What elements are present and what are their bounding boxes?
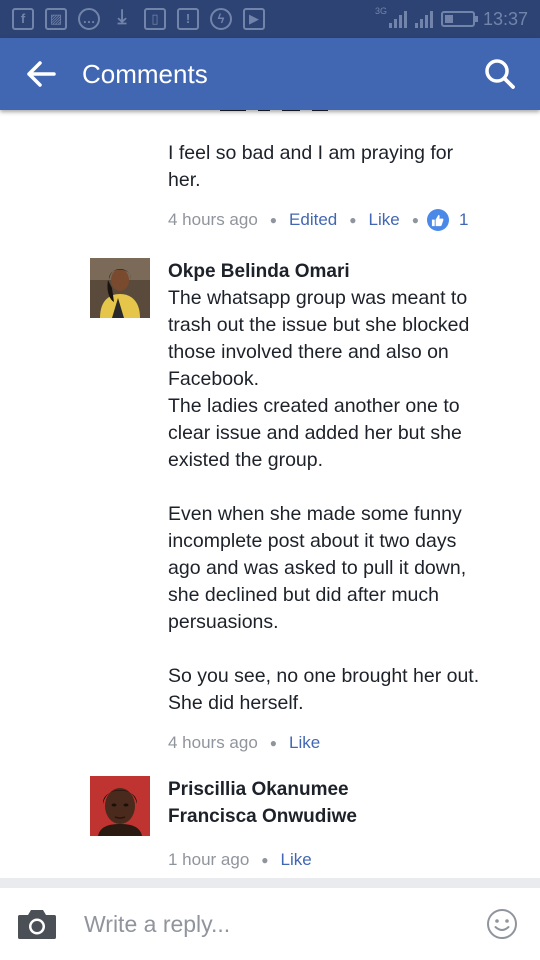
like-button[interactable]: Like <box>289 731 320 755</box>
back-button[interactable] <box>12 38 70 110</box>
separator-dot: ● <box>269 736 278 750</box>
video-icon: ▶ <box>243 8 265 30</box>
separator-dot: ● <box>261 853 269 867</box>
battery-icon <box>440 11 478 27</box>
profile-photo <box>90 258 150 318</box>
comment-author[interactable]: Priscillia Okanumee Francisca Onwudiwe <box>168 776 508 830</box>
like-count[interactable]: 1 <box>459 208 468 232</box>
signal-icon <box>388 10 407 28</box>
reply-input[interactable] <box>84 899 472 949</box>
status-bar: f ▨ … ⤓ ▯ ! ϟ ▶ 3G 13:37 <box>0 0 540 38</box>
clock: 13:37 <box>482 8 528 29</box>
comments-list[interactable]: I feel so bad and I am praying for her. … <box>0 110 540 878</box>
thumbs-up-icon <box>432 214 444 226</box>
comment-author[interactable]: Okpe Belinda Omari <box>168 258 508 285</box>
comment-body: Priscillia Okanumee Francisca Onwudiwe 1… <box>168 776 508 872</box>
like-button[interactable]: Like <box>281 848 312 872</box>
messenger-icon: ϟ <box>210 8 232 30</box>
separator-dot: ● <box>411 213 419 227</box>
smiley-icon <box>487 909 517 939</box>
page-title: Comments <box>82 58 208 89</box>
search-button[interactable] <box>470 38 530 110</box>
reply-composer <box>0 888 540 960</box>
arrow-left-icon <box>27 61 56 87</box>
image-icon: ▨ <box>45 8 67 30</box>
camera-button[interactable] <box>2 888 72 960</box>
comment-meta: 1 hour ago ● Like <box>168 848 508 872</box>
separator-dot: ● <box>269 213 278 227</box>
like-button[interactable]: Like <box>369 208 400 232</box>
edited-link[interactable]: Edited <box>289 208 337 232</box>
separator-dot: ● <box>349 213 357 227</box>
chat-icon: … <box>78 8 100 30</box>
comment-meta: 4 hours ago ● Like <box>168 731 508 755</box>
comment-time[interactable]: 4 hours ago <box>168 731 258 755</box>
app-bar: Comments <box>0 38 540 110</box>
avatar[interactable] <box>90 776 150 836</box>
signal-icon-2 <box>414 10 433 28</box>
notification-icons: f ▨ … ⤓ ▯ ! ϟ ▶ <box>12 6 265 30</box>
search-icon <box>485 59 515 89</box>
comment-body: Okpe Belinda Omari The whatsapp group wa… <box>168 258 508 755</box>
comment-text: I feel so bad and I am praying for her. <box>168 142 454 191</box>
facebook-icon: f <box>12 8 34 30</box>
document-icon: ▯ <box>144 8 166 30</box>
comment-time[interactable]: 4 hours ago <box>168 208 258 232</box>
download-icon: ⤓ <box>117 6 127 28</box>
avatar[interactable] <box>90 258 150 318</box>
like-reaction-icon[interactable] <box>426 209 449 231</box>
comment-meta: 4 hours ago ● Edited ● Like ● 1 <box>168 208 508 232</box>
composer-divider <box>0 878 540 888</box>
comment-body: I feel so bad and I am praying for her. … <box>168 140 508 232</box>
camera-icon <box>18 910 56 939</box>
clipped-text-fragment <box>220 110 340 114</box>
comment-time[interactable]: 1 hour ago <box>168 848 249 872</box>
system-status: 3G 13:37 <box>374 6 528 30</box>
network-type: 3G <box>374 6 387 16</box>
alert-icon: ! <box>177 8 199 30</box>
comment-text: The whatsapp group was meant to trash ou… <box>168 287 480 714</box>
profile-photo <box>90 776 150 836</box>
emoji-button[interactable] <box>472 888 532 960</box>
